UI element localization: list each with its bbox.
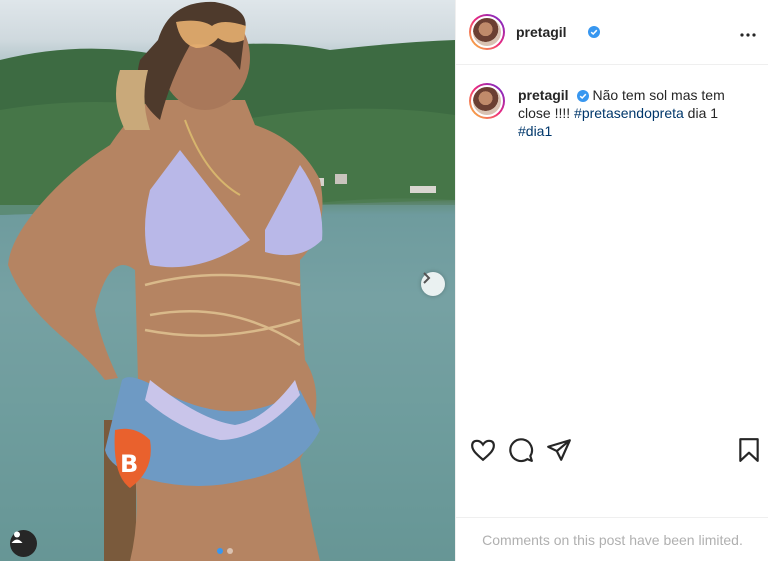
caption-text: dia 1 xyxy=(683,105,719,121)
photo-illustration: B xyxy=(0,1,455,561)
heart-icon[interactable] xyxy=(470,437,496,463)
svg-text:B: B xyxy=(120,450,138,478)
send-icon[interactable] xyxy=(546,437,572,463)
more-horizontal-icon xyxy=(740,33,756,37)
user-icon xyxy=(11,531,23,543)
comment-icon[interactable] xyxy=(508,437,534,463)
carousel-dots xyxy=(217,548,233,554)
hashtag-link[interactable]: #dia1 xyxy=(518,123,552,139)
bookmark-icon[interactable] xyxy=(736,437,762,463)
comments-limited-notice: Comments on this post have been limited. xyxy=(456,517,768,561)
next-photo-button[interactable] xyxy=(421,272,445,296)
avatar[interactable] xyxy=(469,14,505,50)
more-options-button[interactable] xyxy=(740,24,756,42)
post-side-panel: pretagil pretagil Não tem sol mas tem cl… xyxy=(455,0,768,561)
carousel-dot-2 xyxy=(227,548,233,554)
post-photo[interactable]: B xyxy=(0,0,455,561)
verified-badge-icon xyxy=(588,26,600,38)
verified-badge-icon xyxy=(576,90,589,102)
caption-avatar[interactable] xyxy=(469,83,505,119)
post-header: pretagil xyxy=(456,0,768,65)
header-username[interactable]: pretagil xyxy=(516,24,567,40)
chevron-right-icon xyxy=(423,272,431,284)
post-actions xyxy=(456,432,768,468)
caption-username[interactable]: pretagil xyxy=(518,87,569,103)
post-caption: pretagil Não tem sol mas tem close !!!! … xyxy=(456,65,768,140)
carousel-dot-1 xyxy=(217,548,223,554)
tagged-users-button[interactable] xyxy=(10,530,37,557)
hashtag-link[interactable]: #pretasendopreta xyxy=(574,105,684,121)
